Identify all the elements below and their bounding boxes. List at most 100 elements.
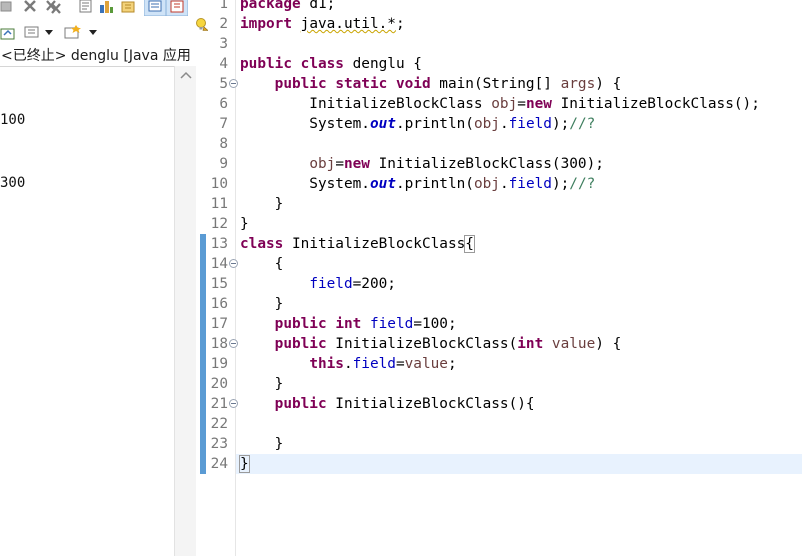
line-number: 21: [210, 396, 228, 412]
code-text[interactable]: }: [240, 374, 284, 394]
show-stderr-icon[interactable]: [120, 0, 136, 14]
console-launch-header: <已终止> denglu [Java 应用: [1, 48, 191, 64]
code-token: =200;: [352, 276, 396, 292]
console-vertical-scrollbar[interactable]: [174, 66, 196, 556]
console-output[interactable]: 100 300: [0, 68, 174, 236]
code-token: obj: [473, 176, 500, 192]
code-token: class: [240, 236, 284, 252]
code-token: );: [551, 176, 570, 192]
line-number: 15: [210, 276, 228, 292]
change-marker: [200, 434, 206, 454]
code-row: 17 public int field=100;: [196, 314, 802, 334]
code-token: field: [369, 316, 414, 332]
code-token: field: [508, 116, 552, 132]
code-token: System.: [240, 176, 370, 192]
code-token: .println(: [395, 116, 474, 132]
pin-console-icon[interactable]: [144, 0, 166, 16]
code-text[interactable]: public InitializeBlockClass(int value) {: [240, 334, 622, 354]
line-number: 23: [210, 436, 228, 452]
code-token: }: [240, 436, 284, 452]
line-number: 1: [219, 0, 228, 12]
chevron-down-icon[interactable]: [88, 29, 98, 37]
show-stdout-icon[interactable]: [98, 0, 114, 14]
line-number: 11: [210, 196, 228, 212]
remove-launch-icon[interactable]: [22, 0, 38, 14]
code-row: 12}: [196, 214, 802, 234]
code-text[interactable]: }: [240, 434, 284, 454]
code-text[interactable]: public InitializeBlockClass(){: [240, 394, 535, 414]
code-token: ;: [395, 16, 405, 32]
change-marker: [200, 454, 206, 474]
fold-collapse-icon[interactable]: [229, 79, 238, 88]
console-toolbar-secondary: [0, 24, 196, 44]
code-text[interactable]: }: [240, 294, 284, 314]
code-text[interactable]: System.out.println(obj.field);//?: [240, 114, 595, 134]
code-token: int: [517, 336, 544, 352]
code-text[interactable]: obj=new InitializeBlockClass(300);: [240, 154, 604, 174]
code-token: java.util.*: [300, 16, 396, 32]
display-selected-console-icon[interactable]: [166, 0, 188, 16]
code-token: }: [240, 296, 284, 312]
code-row: 23 }: [196, 434, 802, 454]
console-output-line: 300: [0, 175, 26, 191]
code-text[interactable]: public static void main(String[] args) {: [240, 74, 622, 94]
code-token: public: [274, 336, 327, 352]
java-editor[interactable]: 1 package d1; 2 import java.util.*; 3 4 public…: [196, 0, 802, 556]
fold-collapse-icon[interactable]: [229, 339, 238, 348]
line-number: 18: [210, 336, 228, 352]
chevron-down-icon[interactable]: [44, 29, 54, 37]
code-token: //?: [569, 116, 596, 132]
code-token: package: [240, 0, 301, 12]
code-token: field: [309, 276, 353, 292]
code-text[interactable]: public class denglu {: [240, 54, 422, 74]
line-number: 24: [210, 456, 228, 472]
code-text[interactable]: }: [240, 214, 249, 234]
code-token: InitializeBlockClass();: [551, 96, 760, 112]
code-text[interactable]: package d1;: [240, 0, 335, 14]
code-token: System.: [240, 116, 370, 132]
code-row: 8: [196, 134, 802, 154]
line-number: 6: [219, 96, 228, 112]
line-number: 14: [210, 256, 228, 272]
change-marker: [200, 414, 206, 434]
code-text[interactable]: class InitializeBlockClass{: [240, 234, 475, 254]
console-output-line: 100: [0, 112, 26, 128]
remove-all-terminated-icon[interactable]: [44, 0, 62, 14]
code-text[interactable]: public int field=100;: [240, 314, 457, 334]
code-token: obj: [473, 116, 500, 132]
code-text[interactable]: InitializeBlockClass obj=new InitializeB…: [240, 94, 760, 114]
open-console-icon[interactable]: [64, 24, 82, 40]
fold-collapse-icon[interactable]: [229, 399, 238, 408]
terminate-icon[interactable]: [0, 0, 14, 14]
code-token: public: [274, 316, 327, 332]
code-text[interactable]: this.field=value;: [240, 354, 457, 374]
code-token: public: [274, 396, 327, 412]
code-text[interactable]: field=200;: [240, 274, 396, 294]
code-token: );: [551, 116, 570, 132]
line-number: 9: [219, 156, 228, 172]
code-row: 10 System.out.println(obj.field);//?: [196, 174, 802, 194]
line-number: 12: [210, 216, 228, 232]
scroll-lock-icon[interactable]: [78, 0, 94, 14]
line-number: 10: [210, 176, 228, 192]
code-row: 22: [196, 414, 802, 434]
code-token: ;: [447, 356, 457, 372]
code-text[interactable]: }: [239, 454, 250, 474]
change-marker: [200, 374, 206, 394]
code-text[interactable]: }: [240, 194, 284, 214]
code-text[interactable]: {: [240, 254, 284, 274]
line-number: 7: [219, 116, 228, 132]
code-row: 13 class InitializeBlockClass{: [196, 234, 802, 254]
fold-collapse-icon[interactable]: [229, 259, 238, 268]
code-token: }: [240, 196, 284, 212]
code-text[interactable]: import java.util.*;: [240, 14, 405, 34]
scroll-up-arrow-icon[interactable]: [178, 68, 194, 84]
code-text[interactable]: System.out.println(obj.field);//?: [240, 174, 595, 194]
pin-icon[interactable]: [0, 26, 16, 40]
display-console-icon[interactable]: [24, 26, 40, 40]
